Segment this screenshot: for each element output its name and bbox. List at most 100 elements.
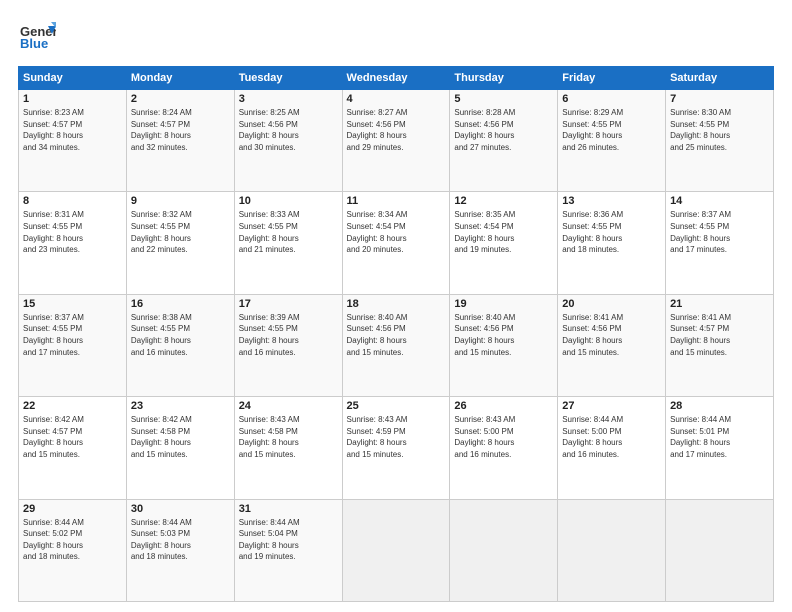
day-number: 24: [239, 400, 338, 412]
calendar-day: 20Sunrise: 8:41 AMSunset: 4:56 PMDayligh…: [558, 294, 666, 396]
calendar-day: 14 Sunrise: 8:37 AMSunset: 4:55 PMDayligh…: [666, 192, 774, 294]
day-number: 13: [562, 195, 661, 207]
day-detail: Sunrise: 8:40 AMSunset: 4:56 PMDaylight:…: [347, 312, 446, 358]
calendar-header: SundayMondayTuesdayWednesdayThursdayFrid…: [19, 67, 774, 90]
weekday-header-row: SundayMondayTuesdayWednesdayThursdayFrid…: [19, 67, 774, 90]
day-number: 4: [347, 93, 446, 105]
calendar-day: 7 Sunrise: 8:30 AMSunset: 4:55 PMDaylight…: [666, 90, 774, 192]
day-detail: Sunrise: 8:44 AMSunset: 5:02 PMDaylight:…: [23, 517, 122, 563]
weekday-tuesday: Tuesday: [234, 67, 342, 90]
day-detail: Sunrise: 8:37 AMSunset: 4:55 PMDaylight:…: [23, 312, 122, 358]
calendar-day: 1 Sunrise: 8:23 AMSunset: 4:57 PMDaylight…: [19, 90, 127, 192]
day-detail: Sunrise: 8:31 AMSunset: 4:55 PMDaylight:…: [23, 209, 122, 255]
weekday-wednesday: Wednesday: [342, 67, 450, 90]
day-detail: Sunrise: 8:42 AMSunset: 4:58 PMDaylight:…: [131, 414, 230, 460]
day-detail: Sunrise: 8:25 AMSunset: 4:56 PMDaylight:…: [239, 107, 338, 153]
logo-icon: General Blue: [18, 18, 56, 56]
day-number: 1: [23, 93, 122, 105]
day-detail: Sunrise: 8:40 AMSunset: 4:56 PMDaylight:…: [454, 312, 553, 358]
calendar-day: 31Sunrise: 8:44 AMSunset: 5:04 PMDayligh…: [234, 499, 342, 601]
day-detail: Sunrise: 8:27 AMSunset: 4:56 PMDaylight:…: [347, 107, 446, 153]
calendar-day: 5 Sunrise: 8:28 AMSunset: 4:56 PMDaylight…: [450, 90, 558, 192]
calendar-day: [450, 499, 558, 601]
calendar-day: [342, 499, 450, 601]
page-header: General Blue: [18, 18, 774, 56]
day-number: 28: [670, 400, 769, 412]
calendar-week-2: 8 Sunrise: 8:31 AMSunset: 4:55 PMDaylight…: [19, 192, 774, 294]
calendar-day: 24 Sunrise: 8:43 AMSunset: 4:58 PMDayligh…: [234, 397, 342, 499]
calendar-day: 25 Sunrise: 8:43 AMSunset: 4:59 PMDayligh…: [342, 397, 450, 499]
day-number: 18: [347, 298, 446, 310]
day-number: 6: [562, 93, 661, 105]
calendar-day: 26 Sunrise: 8:43 AMSunset: 5:00 PMDayligh…: [450, 397, 558, 499]
day-number: 26: [454, 400, 553, 412]
calendar-day: 27 Sunrise: 8:44 AMSunset: 5:00 PMDayligh…: [558, 397, 666, 499]
day-detail: Sunrise: 8:30 AMSunset: 4:55 PMDaylight:…: [670, 107, 769, 153]
calendar-week-5: 29 Sunrise: 8:44 AMSunset: 5:02 PMDayligh…: [19, 499, 774, 601]
day-number: 10: [239, 195, 338, 207]
day-detail: Sunrise: 8:44 AMSunset: 5:00 PMDaylight:…: [562, 414, 661, 460]
day-detail: Sunrise: 8:28 AMSunset: 4:56 PMDaylight:…: [454, 107, 553, 153]
calendar-day: 21Sunrise: 8:41 AMSunset: 4:57 PMDayligh…: [666, 294, 774, 396]
calendar-day: [558, 499, 666, 601]
weekday-friday: Friday: [558, 67, 666, 90]
day-detail: Sunrise: 8:43 AMSunset: 4:58 PMDaylight:…: [239, 414, 338, 460]
calendar-body: 1 Sunrise: 8:23 AMSunset: 4:57 PMDaylight…: [19, 90, 774, 602]
calendar-day: 4 Sunrise: 8:27 AMSunset: 4:56 PMDaylight…: [342, 90, 450, 192]
calendar-day: 9Sunrise: 8:32 AMSunset: 4:55 PMDaylight…: [126, 192, 234, 294]
day-detail: Sunrise: 8:41 AMSunset: 4:57 PMDaylight:…: [670, 312, 769, 358]
svg-text:Blue: Blue: [20, 36, 48, 51]
day-detail: Sunrise: 8:35 AMSunset: 4:54 PMDaylight:…: [454, 209, 553, 255]
calendar-day: 10 Sunrise: 8:33 AMSunset: 4:55 PMDayligh…: [234, 192, 342, 294]
day-detail: Sunrise: 8:29 AMSunset: 4:55 PMDaylight:…: [562, 107, 661, 153]
calendar-day: 30Sunrise: 8:44 AMSunset: 5:03 PMDayligh…: [126, 499, 234, 601]
day-number: 5: [454, 93, 553, 105]
calendar-day: 3 Sunrise: 8:25 AMSunset: 4:56 PMDaylight…: [234, 90, 342, 192]
calendar-day: 18 Sunrise: 8:40 AMSunset: 4:56 PMDayligh…: [342, 294, 450, 396]
day-detail: Sunrise: 8:44 AMSunset: 5:01 PMDaylight:…: [670, 414, 769, 460]
calendar-day: 28 Sunrise: 8:44 AMSunset: 5:01 PMDayligh…: [666, 397, 774, 499]
calendar-week-3: 15 Sunrise: 8:37 AMSunset: 4:55 PMDayligh…: [19, 294, 774, 396]
day-number: 7: [670, 93, 769, 105]
day-detail: Sunrise: 8:33 AMSunset: 4:55 PMDaylight:…: [239, 209, 338, 255]
calendar-week-1: 1 Sunrise: 8:23 AMSunset: 4:57 PMDaylight…: [19, 90, 774, 192]
day-detail: Sunrise: 8:24 AMSunset: 4:57 PMDaylight:…: [131, 107, 230, 153]
weekday-sunday: Sunday: [19, 67, 127, 90]
weekday-thursday: Thursday: [450, 67, 558, 90]
logo: General Blue: [18, 18, 56, 56]
day-number: 15: [23, 298, 122, 310]
day-detail: Sunrise: 8:37 AMSunset: 4:55 PMDaylight:…: [670, 209, 769, 255]
day-number: 31: [239, 503, 338, 515]
day-number: 3: [239, 93, 338, 105]
day-detail: Sunrise: 8:23 AMSunset: 4:57 PMDaylight:…: [23, 107, 122, 153]
day-number: 25: [347, 400, 446, 412]
day-number: 30: [131, 503, 230, 515]
day-number: 8: [23, 195, 122, 207]
day-detail: Sunrise: 8:41 AMSunset: 4:56 PMDaylight:…: [562, 312, 661, 358]
calendar-week-4: 22 Sunrise: 8:42 AMSunset: 4:57 PMDayligh…: [19, 397, 774, 499]
calendar-day: 8 Sunrise: 8:31 AMSunset: 4:55 PMDaylight…: [19, 192, 127, 294]
day-detail: Sunrise: 8:43 AMSunset: 5:00 PMDaylight:…: [454, 414, 553, 460]
weekday-monday: Monday: [126, 67, 234, 90]
day-detail: Sunrise: 8:39 AMSunset: 4:55 PMDaylight:…: [239, 312, 338, 358]
calendar-day: 23Sunrise: 8:42 AMSunset: 4:58 PMDayligh…: [126, 397, 234, 499]
day-number: 14: [670, 195, 769, 207]
calendar-day: [666, 499, 774, 601]
calendar-day: 13 Sunrise: 8:36 AMSunset: 4:55 PMDayligh…: [558, 192, 666, 294]
day-number: 12: [454, 195, 553, 207]
day-number: 11: [347, 195, 446, 207]
day-number: 17: [239, 298, 338, 310]
day-detail: Sunrise: 8:43 AMSunset: 4:59 PMDaylight:…: [347, 414, 446, 460]
day-number: 27: [562, 400, 661, 412]
day-detail: Sunrise: 8:32 AMSunset: 4:55 PMDaylight:…: [131, 209, 230, 255]
day-detail: Sunrise: 8:34 AMSunset: 4:54 PMDaylight:…: [347, 209, 446, 255]
calendar-day: 29 Sunrise: 8:44 AMSunset: 5:02 PMDayligh…: [19, 499, 127, 601]
calendar-day: 6 Sunrise: 8:29 AMSunset: 4:55 PMDaylight…: [558, 90, 666, 192]
day-detail: Sunrise: 8:38 AMSunset: 4:55 PMDaylight:…: [131, 312, 230, 358]
calendar-table: SundayMondayTuesdayWednesdayThursdayFrid…: [18, 66, 774, 602]
calendar-day: 17 Sunrise: 8:39 AMSunset: 4:55 PMDayligh…: [234, 294, 342, 396]
day-detail: Sunrise: 8:36 AMSunset: 4:55 PMDaylight:…: [562, 209, 661, 255]
day-detail: Sunrise: 8:42 AMSunset: 4:57 PMDaylight:…: [23, 414, 122, 460]
day-number: 29: [23, 503, 122, 515]
day-number: 22: [23, 400, 122, 412]
